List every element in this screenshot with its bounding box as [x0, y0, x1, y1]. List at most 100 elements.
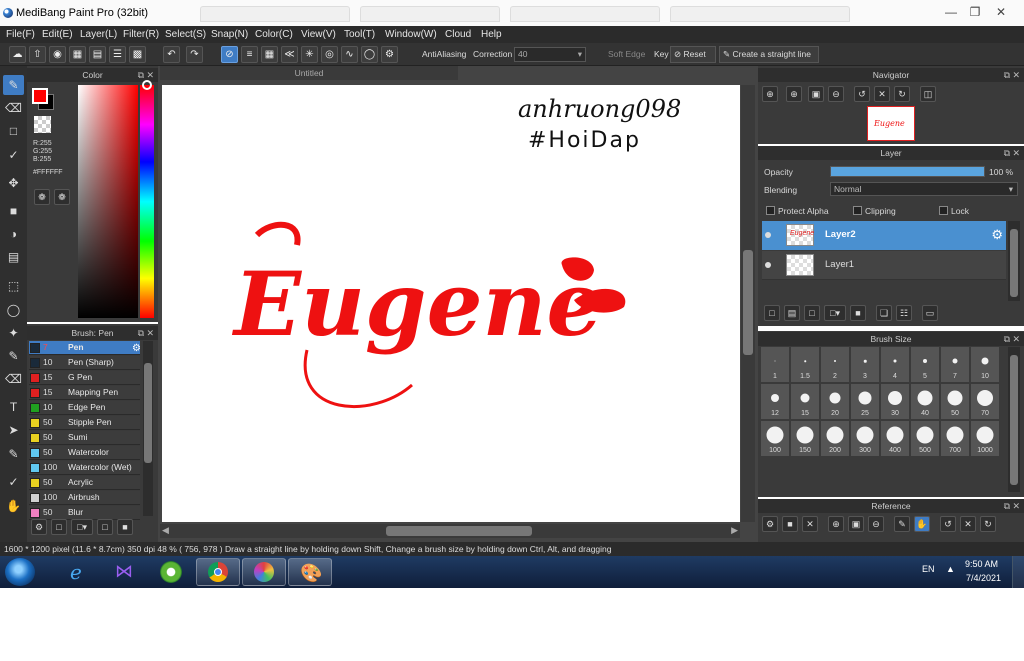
menu-cloud[interactable]: Cloud [445, 29, 471, 40]
maximize-icon[interactable]: ❐ [964, 2, 986, 22]
brush-size-cell[interactable]: 4 [881, 347, 910, 383]
clipping-checkbox[interactable] [853, 206, 862, 215]
hand-tool-icon[interactable]: ✋ [3, 496, 24, 516]
brush-size-cell[interactable]: 300 [851, 421, 880, 457]
language-indicator[interactable]: EN [922, 564, 935, 574]
brush-list-item[interactable]: 50 Blur [29, 506, 140, 520]
palette-icon[interactable]: ❁ [34, 189, 50, 205]
undock-icon[interactable]: ⧉ [1004, 68, 1010, 82]
brush-list-item[interactable]: 100 Airbrush [29, 491, 140, 505]
brush-size-cell[interactable]: 1.5 [791, 347, 820, 383]
menu-snap[interactable]: Snap(N) [211, 29, 248, 40]
brush-add-dropdown-icon[interactable]: □▾ [71, 519, 93, 535]
zoom-out-icon[interactable]: ⊖ [828, 86, 844, 102]
brush-settings-gear-icon[interactable]: ⚙ [132, 343, 141, 354]
brush-list-item[interactable]: 15 Mapping Pen [29, 386, 140, 400]
brush-list-item[interactable]: 10 Edge Pen [29, 401, 140, 415]
rotate-left-icon[interactable]: ↺ [854, 86, 870, 102]
bucket-tool-icon[interactable]: ◑ [3, 224, 24, 244]
scroll-right-icon[interactable]: ▶ [731, 525, 738, 536]
brush-size-cell[interactable]: 2 [821, 347, 850, 383]
brush-add-icon[interactable]: ⚙ [31, 519, 47, 535]
brush-size-cell[interactable]: 40 [911, 384, 940, 420]
magic-wand-tool-icon[interactable]: ✦ [3, 323, 24, 343]
eye-icon[interactable] [765, 232, 771, 238]
panel-icon[interactable]: ▦ [69, 46, 86, 63]
duplicate-layer-icon[interactable]: ❏ [876, 305, 892, 321]
snap-curve-icon[interactable]: ∿ [341, 46, 358, 63]
brush-size-cell[interactable]: 1 [761, 347, 790, 383]
brush-list-scrollbar[interactable] [143, 341, 153, 516]
gradient-tool-icon[interactable]: ▤ [3, 247, 24, 267]
redo-icon[interactable]: ↷ [186, 46, 203, 63]
undock-icon[interactable]: ⧉ [1004, 332, 1010, 346]
hue-slider[interactable] [140, 85, 154, 318]
scroll-thumb[interactable] [1010, 355, 1018, 485]
reset-button[interactable]: ⊘ Reset [670, 46, 716, 63]
rotate-left-icon[interactable]: ↺ [940, 516, 956, 532]
snap-settings-icon[interactable]: ⚙ [381, 46, 398, 63]
rotate-right-icon[interactable]: ↻ [980, 516, 996, 532]
brush-list-item[interactable]: 50 Acrylic [29, 476, 140, 490]
list-icon[interactable]: ☰ [109, 46, 126, 63]
check-tool-icon[interactable]: ✓ [3, 145, 24, 165]
menu-edit[interactable]: Edit(E) [42, 29, 73, 40]
start-button[interactable] [5, 558, 35, 586]
medibang-taskbar-button[interactable] [242, 558, 286, 586]
eyedropper-icon[interactable]: ✎ [894, 516, 910, 532]
speech-bubble-icon[interactable]: ◉ [49, 46, 66, 63]
select-pen-tool-icon[interactable]: ✎ [3, 346, 24, 366]
brush-list-item[interactable]: 10 Pen (Sharp) [29, 356, 140, 370]
reset-rotation-icon[interactable]: ✕ [874, 86, 890, 102]
lock-checkbox[interactable] [939, 206, 948, 215]
snap-radial-icon[interactable]: ✳ [301, 46, 318, 63]
zoom-in-icon[interactable]: ⊕ [762, 86, 778, 102]
minimize-icon[interactable]: — [940, 2, 962, 22]
hand-icon[interactable]: ✋ [914, 516, 930, 532]
brush-size-cell[interactable]: 70 [971, 384, 1000, 420]
show-hidden-icons-icon[interactable]: ▲ [946, 564, 955, 574]
brush-list-item[interactable]: 100 Watercolor (Wet) [29, 461, 140, 475]
flip-icon[interactable]: ◫ [920, 86, 936, 102]
lasso-tool-icon[interactable]: ◯ [3, 300, 24, 320]
snap-parallel-icon[interactable]: ≡ [241, 46, 258, 63]
brush-size-scrollbar[interactable] [1008, 347, 1020, 492]
undock-icon[interactable]: ⧉ [1004, 146, 1010, 160]
text-tool-icon[interactable]: T [3, 397, 24, 417]
brush-list-item[interactable]: 50 Stipple Pen [29, 416, 140, 430]
eyedropper-tool-icon[interactable]: ✓ [3, 472, 24, 492]
close-icon[interactable]: ✕ [1012, 146, 1020, 160]
cloud-icon[interactable]: ☁ [9, 46, 26, 63]
close-icon[interactable]: ✕ [1012, 68, 1020, 82]
brush-size-cell[interactable]: 7 [941, 347, 970, 383]
divide-tool-icon[interactable]: ✎ [3, 444, 24, 464]
close-icon[interactable]: ✕ [146, 326, 154, 340]
navigator-thumbnail[interactable]: Eugene [867, 106, 915, 141]
opacity-slider[interactable] [830, 166, 985, 177]
undock-icon[interactable]: ⧉ [1004, 499, 1010, 513]
close-icon[interactable]: ✕ [990, 2, 1012, 22]
clock-date[interactable]: 7/4/2021 [966, 573, 1001, 583]
brush-folder-icon[interactable]: ■ [117, 519, 133, 535]
hue-handle[interactable] [142, 80, 152, 90]
eye-icon[interactable] [765, 262, 771, 268]
color-palette-icon[interactable]: ❁ [54, 189, 70, 205]
layer-list-scrollbar[interactable] [1008, 221, 1020, 301]
drawing-canvas[interactable]: anhruong098 #HoiDap Eugene [162, 85, 740, 522]
menu-filter[interactable]: Filter(R) [123, 29, 159, 40]
undock-icon[interactable]: ⧉ [138, 68, 144, 82]
brush-size-cell[interactable]: 500 [911, 421, 940, 457]
snap-grid-icon[interactable]: ▦ [261, 46, 278, 63]
brush-list-item[interactable]: 50 Watercolor [29, 446, 140, 460]
brush-size-cell[interactable]: 1000 [971, 421, 1000, 457]
transparent-color-swatch[interactable] [34, 116, 51, 133]
new-layer-icon[interactable]: □ [764, 305, 780, 321]
zoom-in-icon[interactable]: ⊕ [828, 516, 844, 532]
reference-folder-icon[interactable]: ■ [782, 516, 798, 532]
canvas-horizontal-scrollbar[interactable]: ◀ ▶ [160, 524, 740, 538]
operation-tool-icon[interactable]: ➤ [3, 420, 24, 440]
merge-layer-icon[interactable]: ☷ [896, 305, 912, 321]
menu-select[interactable]: Select(S) [165, 29, 206, 40]
menu-color[interactable]: Color(C) [255, 29, 293, 40]
zoom-out-icon[interactable]: ⊖ [868, 516, 884, 532]
